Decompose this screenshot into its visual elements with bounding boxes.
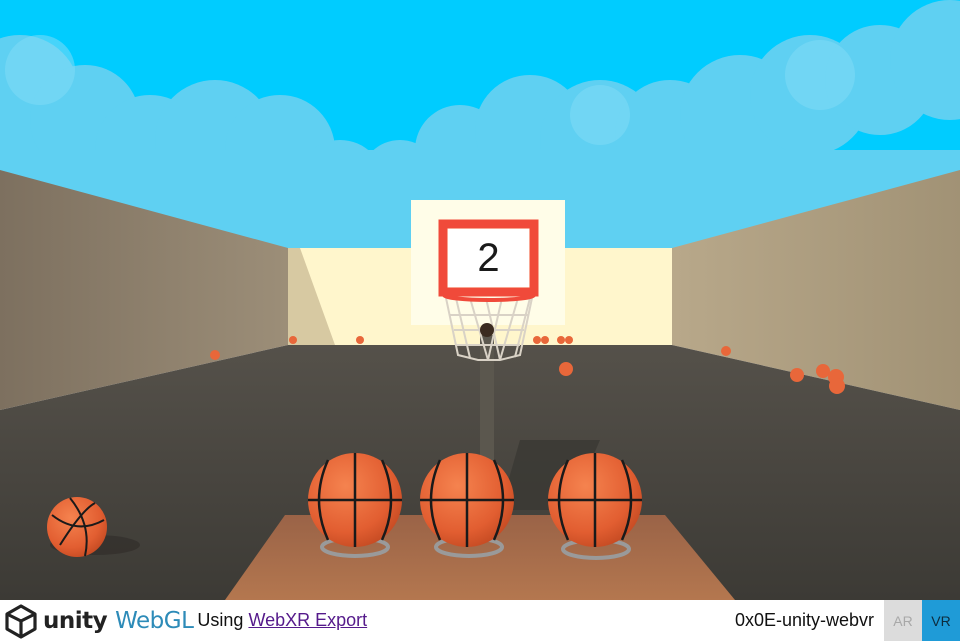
game-canvas[interactable]: 2 bbox=[0, 0, 960, 600]
webxr-export-link[interactable]: WebXR Export bbox=[248, 610, 367, 631]
unity-wordmark: unity bbox=[43, 607, 108, 634]
table-ball-left bbox=[308, 453, 402, 547]
unity-webgl-logo: unity WebGL bbox=[0, 600, 194, 641]
project-title: 0x0E-unity-webvr bbox=[734, 610, 874, 630]
unity-cube-icon bbox=[5, 603, 37, 639]
vr-button[interactable]: VR bbox=[922, 600, 960, 641]
table-ball-center bbox=[420, 453, 514, 547]
webgl-wordmark: WebGL bbox=[115, 607, 194, 634]
using-label: Using bbox=[197, 610, 244, 630]
ar-button[interactable]: AR bbox=[884, 600, 922, 641]
table-ball-right bbox=[548, 453, 642, 547]
webgl-footer: unity WebGL Using WebXR Export 0x0E-unit… bbox=[0, 600, 960, 641]
